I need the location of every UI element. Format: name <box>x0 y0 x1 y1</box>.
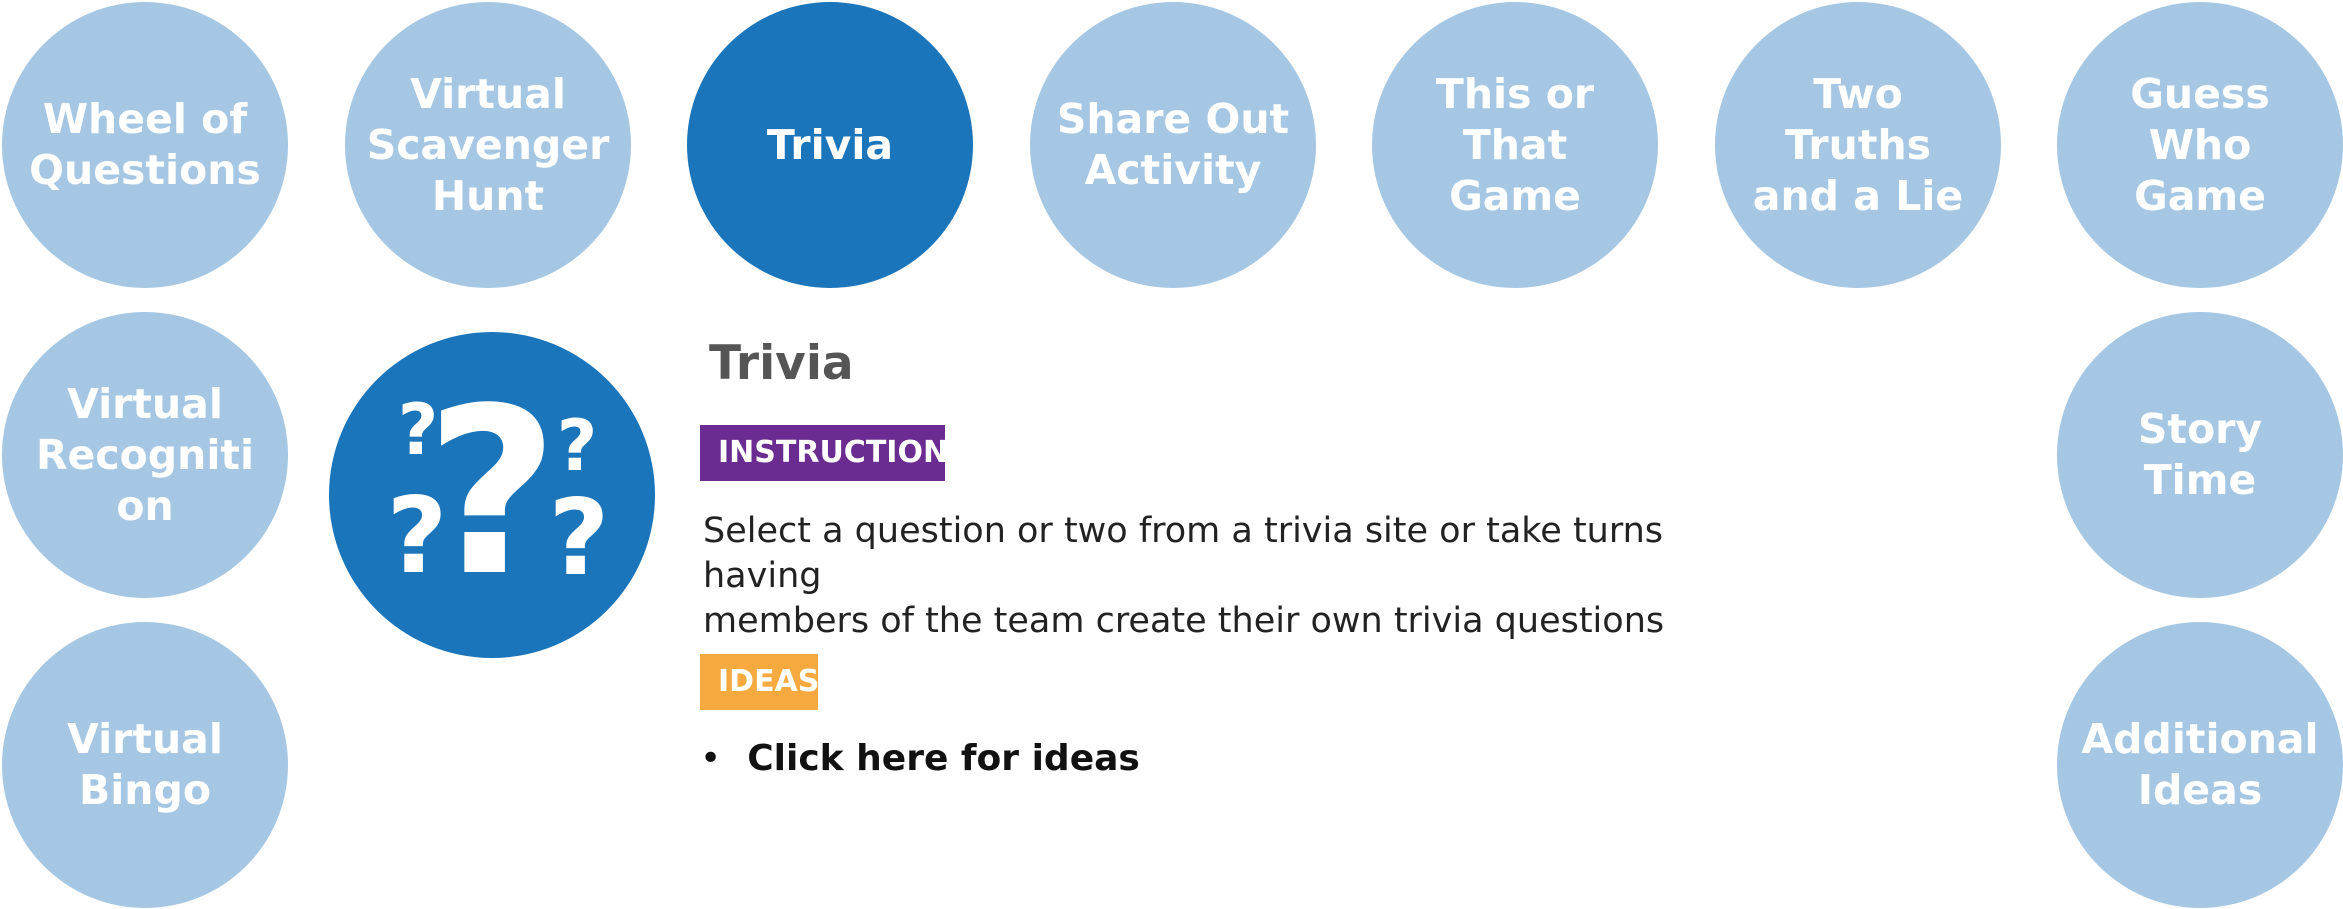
nav-label-line: Guess <box>2130 69 2270 118</box>
nav-label-line: Virtual <box>67 715 223 763</box>
nav-two-truths-and-a-lie[interactable]: Two Truths and a Lie <box>1715 2 2001 288</box>
nav-label-line: Game <box>2134 171 2266 220</box>
svg-text:?: ? <box>398 389 439 471</box>
nav-label-line: Additional <box>2081 715 2319 763</box>
svg-text:?: ? <box>557 405 598 487</box>
description-line: members of the team create their own tri… <box>703 601 1665 641</box>
nav-label-line: That <box>1462 120 1568 169</box>
nav-virtual-bingo[interactable]: Virtual Bingo <box>2 622 288 908</box>
nav-label-line: Recogniti <box>35 430 255 479</box>
nav-label-line: Bingo <box>78 766 211 814</box>
nav-guess-who-game[interactable]: Guess Who Game <box>2057 2 2343 288</box>
nav-trivia[interactable]: Trivia <box>687 2 973 288</box>
bullet-dot: • <box>700 738 722 779</box>
nav-label-line: This or <box>1435 69 1595 118</box>
nav-this-or-that-game[interactable]: This or That Game <box>1372 2 1658 288</box>
nav-label-line: and a Lie <box>1752 171 1964 220</box>
nav-label-line: Share Out <box>1056 95 1290 143</box>
nav-virtual-scavenger-hunt[interactable]: Virtual Scavenger Hunt <box>345 2 631 288</box>
question-marks-icon: ? ? ? ? ? <box>329 332 655 658</box>
nav-label-line: Trivia <box>766 120 894 169</box>
nav-label-line: Virtual <box>410 69 566 118</box>
instructions-label: INSTRUCTIONS <box>700 425 945 481</box>
svg-text:?: ? <box>549 477 610 599</box>
nav-additional-ideas[interactable]: Additional Ideas <box>2057 622 2343 908</box>
nav-label-line: Game <box>1449 171 1581 220</box>
nav-label-line: on <box>116 481 174 530</box>
nav-label-line: Scavenger <box>366 120 610 169</box>
ideas-list-item: • Click here for ideas <box>700 738 1140 779</box>
description-line: Select a question or two from a trivia s… <box>703 511 1664 596</box>
nav-label-line: Ideas <box>2137 766 2263 814</box>
nav-label-line: Two Truths <box>1784 69 1932 169</box>
nav-label-line: Hunt <box>431 171 545 220</box>
nav-label-line: Wheel of <box>42 95 248 143</box>
nav-story-time[interactable]: Story Time <box>2057 312 2343 598</box>
nav-label-line: Story Time <box>2137 405 2263 504</box>
ideas-label: IDEAS <box>700 654 818 710</box>
question-marks-graphic: ? ? ? ? ? <box>387 360 610 627</box>
nav-label-line: Who <box>2148 120 2252 169</box>
ideas-link[interactable]: Click here for ideas <box>747 738 1140 779</box>
nav-virtual-recognition[interactable]: Virtual Recogniti on <box>2 312 288 598</box>
nav-share-out-activity[interactable]: Share Out Activity <box>1030 2 1316 288</box>
svg-text:?: ? <box>387 475 448 597</box>
nav-label-line: Virtual <box>67 379 223 428</box>
page-title: Trivia <box>709 336 854 391</box>
trivia-description: Select a question or two from a trivia s… <box>703 509 1783 644</box>
nav-label-line: Questions <box>29 146 261 194</box>
nav-wheel-of-questions[interactable]: Wheel of Questions <box>2 2 288 288</box>
nav-label-line: Activity <box>1084 146 1262 194</box>
